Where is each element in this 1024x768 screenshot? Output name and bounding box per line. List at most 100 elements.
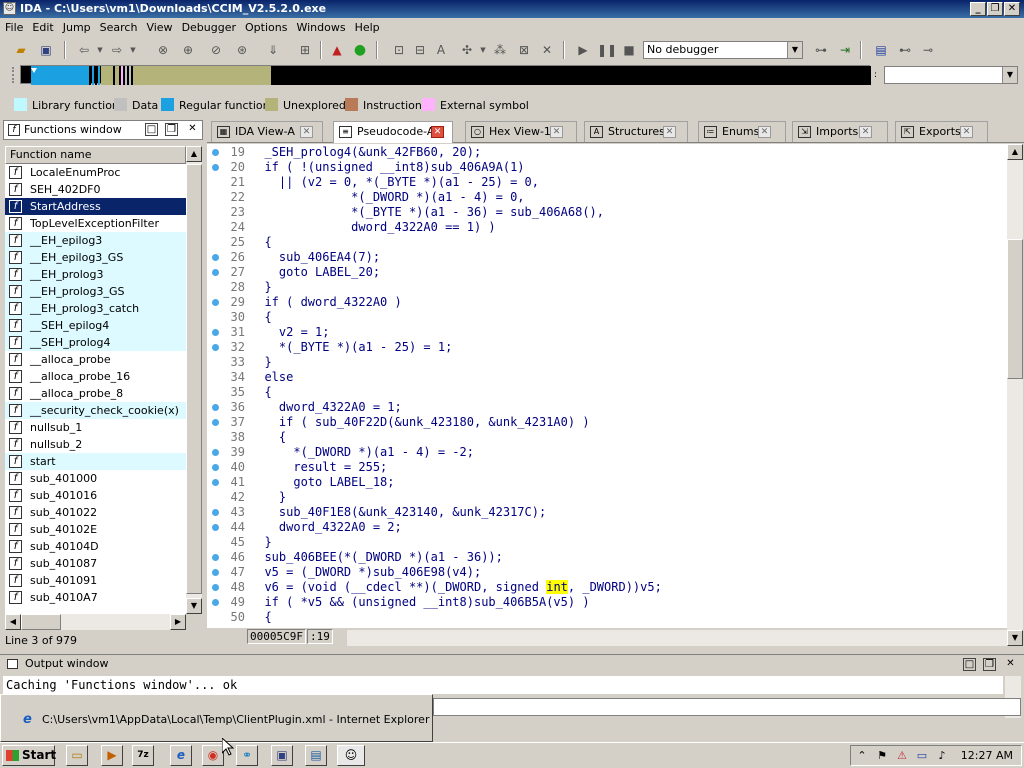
function-row[interactable]: f sub_401016 [5, 487, 186, 504]
code-line[interactable]: } [250, 280, 1010, 295]
taskbar-thumbnail-popup[interactable]: e C:\Users\vm1\AppData\Local\Temp\Client… [0, 694, 433, 742]
tab-close-icon[interactable]: ✕ [300, 126, 313, 138]
delete-breakpoint-icon[interactable]: ⊸ [919, 41, 937, 59]
menu-item-windows[interactable]: Windows [292, 18, 349, 38]
code-line[interactable]: if ( !(unsigned __int8)sub_406A9A(1) [250, 160, 1010, 175]
function-row[interactable]: f __SEH_prolog4 [5, 334, 186, 351]
explorer-icon[interactable]: ▭ [66, 745, 88, 766]
tab-hex-view-1[interactable]: ○ Hex View-1 ✕ [465, 121, 577, 142]
search-immediate-icon[interactable]: ⊛ [233, 41, 251, 59]
show-hidden-icons-icon[interactable]: ⌃ [855, 749, 869, 763]
navigation-band[interactable] [20, 65, 871, 85]
close-button[interactable]: ✕ [1004, 2, 1020, 16]
scroll-down-icon[interactable]: ▼ [1007, 630, 1023, 646]
function-row[interactable]: f sub_40102E [5, 521, 186, 538]
code-line[interactable]: result = 255; [250, 460, 1010, 475]
window-app-icon[interactable]: ▣ [271, 745, 293, 766]
tab-ida-view-a[interactable]: ▦ IDA View-A ✕ [211, 121, 323, 142]
scroll-thumb[interactable] [1007, 239, 1023, 379]
menu-item-file[interactable]: File [1, 18, 27, 38]
menu-item-search[interactable]: Search [96, 18, 142, 38]
functions-vertical-scrollbar[interactable]: ▲ ▼ [186, 146, 202, 614]
search-text-icon[interactable]: ⊕ [179, 41, 197, 59]
function-row[interactable]: f __EH_epilog3 [5, 232, 186, 249]
network-tray-icon[interactable]: ⚠ [895, 749, 909, 763]
scroll-up-icon[interactable]: ▲ [1007, 144, 1023, 160]
restore-button[interactable]: ❐ [987, 2, 1003, 16]
code-line[interactable]: goto LABEL_20; [250, 265, 1010, 280]
make-code-icon[interactable]: ⊡ [390, 41, 408, 59]
function-row[interactable]: f TopLevelExceptionFilter [5, 215, 186, 232]
function-row[interactable]: f SEH_402DF0 [5, 181, 186, 198]
attach-process-icon[interactable]: ⊶ [812, 41, 830, 59]
function-row[interactable]: f __EH_prolog3_catch [5, 300, 186, 317]
menu-item-view[interactable]: View [142, 18, 176, 38]
function-row[interactable]: f sub_401091 [5, 572, 186, 589]
make-data-icon[interactable]: ⊟ [411, 41, 429, 59]
minimize-button[interactable]: _ [970, 2, 986, 16]
volume-icon[interactable]: ♪ [935, 749, 949, 763]
code-line[interactable]: if ( sub_40F22D(&unk_423180, &unk_4231A0… [250, 415, 1010, 430]
code-line[interactable]: sub_40F1E8(&unk_423140, &unk_42317C); [250, 505, 1010, 520]
media-player-icon[interactable]: ▶ [101, 745, 123, 766]
tab-close-icon[interactable]: ✕ [663, 126, 676, 138]
code-line[interactable]: { [250, 430, 1010, 445]
forward-dropdown-icon[interactable]: ▼ [124, 41, 142, 59]
function-row[interactable]: f nullsub_1 [5, 419, 186, 436]
function-row[interactable]: f start [5, 453, 186, 470]
tab-pseudocode-a[interactable]: ≡ Pseudocode-A ✕ [333, 121, 453, 143]
tab-close-icon[interactable]: ✕ [550, 126, 563, 138]
code-line[interactable]: { [250, 610, 1010, 625]
breakpoints-icon[interactable]: ▤ [872, 41, 890, 59]
code-line[interactable]: _SEH_prolog4(&unk_42FB60, 20); [250, 145, 1010, 160]
green-circle-icon[interactable]: ● [351, 41, 369, 59]
make-string-icon[interactable]: A [432, 41, 450, 59]
restore-window-icon[interactable]: ❐ [165, 123, 178, 136]
clock[interactable]: 12:27 AM [961, 748, 1013, 763]
code-vertical-scrollbar[interactable]: ▲ ▼ [1007, 144, 1023, 646]
menu-item-jump[interactable]: Jump [59, 18, 95, 38]
function-row[interactable]: f __alloca_probe_16 [5, 368, 186, 385]
command-input[interactable] [433, 698, 1021, 716]
code-line[interactable]: } [250, 535, 1010, 550]
tab-exports[interactable]: ⇱ Exports ✕ [895, 121, 988, 142]
code-line[interactable]: if ( *v5 && (unsigned __int8)sub_406B5A(… [250, 595, 1010, 610]
jump-down-icon[interactable]: ⇓ [264, 41, 282, 59]
binoculars-icon[interactable]: ⊗ [154, 41, 172, 59]
function-row[interactable]: f __SEH_epilog4 [5, 317, 186, 334]
function-row[interactable]: f sub_4010A7 [5, 589, 186, 606]
pause-debug-icon[interactable]: ❚❚ [597, 41, 617, 59]
code-line[interactable]: *(_DWORD *)(a1 - 4) = 0, [250, 190, 1010, 205]
run-to-cursor-icon[interactable]: ⇥ [836, 41, 854, 59]
float-window-icon[interactable]: □ [145, 123, 158, 136]
action-center-icon[interactable]: ⚑ [875, 749, 889, 763]
struct-icon[interactable]: ⁂ [491, 41, 509, 59]
code-line[interactable]: { [250, 385, 1010, 400]
tab-close-icon[interactable]: ✕ [859, 126, 872, 138]
menu-item-help[interactable]: Help [351, 18, 384, 38]
scroll-right-icon[interactable]: ▶ [170, 614, 186, 630]
code-line[interactable]: } [250, 355, 1010, 370]
scroll-up-icon[interactable]: ▲ [186, 146, 202, 162]
function-row[interactable]: f __alloca_probe_8 [5, 385, 186, 402]
tab-close-icon[interactable]: ✕ [431, 126, 444, 138]
chrome-icon[interactable]: ◉ [202, 745, 224, 766]
scroll-thumb[interactable] [21, 614, 61, 630]
stop-debug-icon[interactable]: ■ [620, 41, 638, 59]
code-line[interactable]: { [250, 235, 1010, 250]
code-horizontal-scrollbar[interactable] [347, 630, 1007, 646]
tab-close-icon[interactable]: ✕ [758, 126, 771, 138]
function-row[interactable]: f __alloca_probe [5, 351, 186, 368]
search-binary-icon[interactable]: ⊘ [207, 41, 225, 59]
code-line[interactable]: if ( dword_4322A0 ) [250, 295, 1010, 310]
restore-window-icon[interactable]: ❐ [983, 658, 996, 671]
set-breakpoint-icon[interactable]: ⊷ [896, 41, 914, 59]
code-line[interactable]: sub_406BEE(*(_DWORD *)(a1 - 36)); [250, 550, 1010, 565]
start-button[interactable]: Start [2, 745, 56, 766]
code-line[interactable]: { [250, 310, 1010, 325]
code-line[interactable]: v6 = (void (__cdecl **)(_DWORD, signed i… [250, 580, 1010, 595]
code-line[interactable]: *(_DWORD *)(a1 - 4) = -2; [250, 445, 1010, 460]
float-window-icon[interactable]: □ [963, 658, 976, 671]
function-row[interactable]: f __EH_prolog3_GS [5, 283, 186, 300]
function-row[interactable]: f LocaleEnumProc [5, 164, 186, 181]
